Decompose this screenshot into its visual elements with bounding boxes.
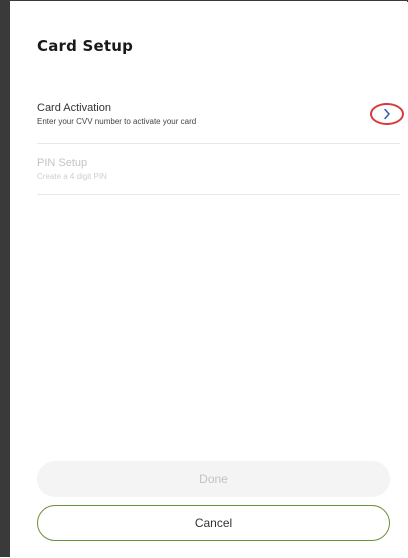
card-activation-row[interactable]: Card Activation Enter your CVV number to… <box>37 96 404 144</box>
chevron-right-icon[interactable] <box>370 103 404 125</box>
page-title: Card Setup <box>37 37 134 55</box>
card-activation-title: Card Activation <box>37 102 111 114</box>
cancel-button[interactable]: Cancel <box>37 505 390 541</box>
chevron-right-glyph <box>384 108 390 120</box>
done-button[interactable]: Done <box>37 461 390 497</box>
pin-setup-title: PIN Setup <box>37 157 88 169</box>
pin-setup-subtitle: Create a 4 digit PIN <box>37 172 107 181</box>
card-activation-subtitle: Enter your CVV number to activate your c… <box>37 117 197 126</box>
pin-setup-row: PIN Setup Create a 4 digit PIN <box>37 151 400 195</box>
